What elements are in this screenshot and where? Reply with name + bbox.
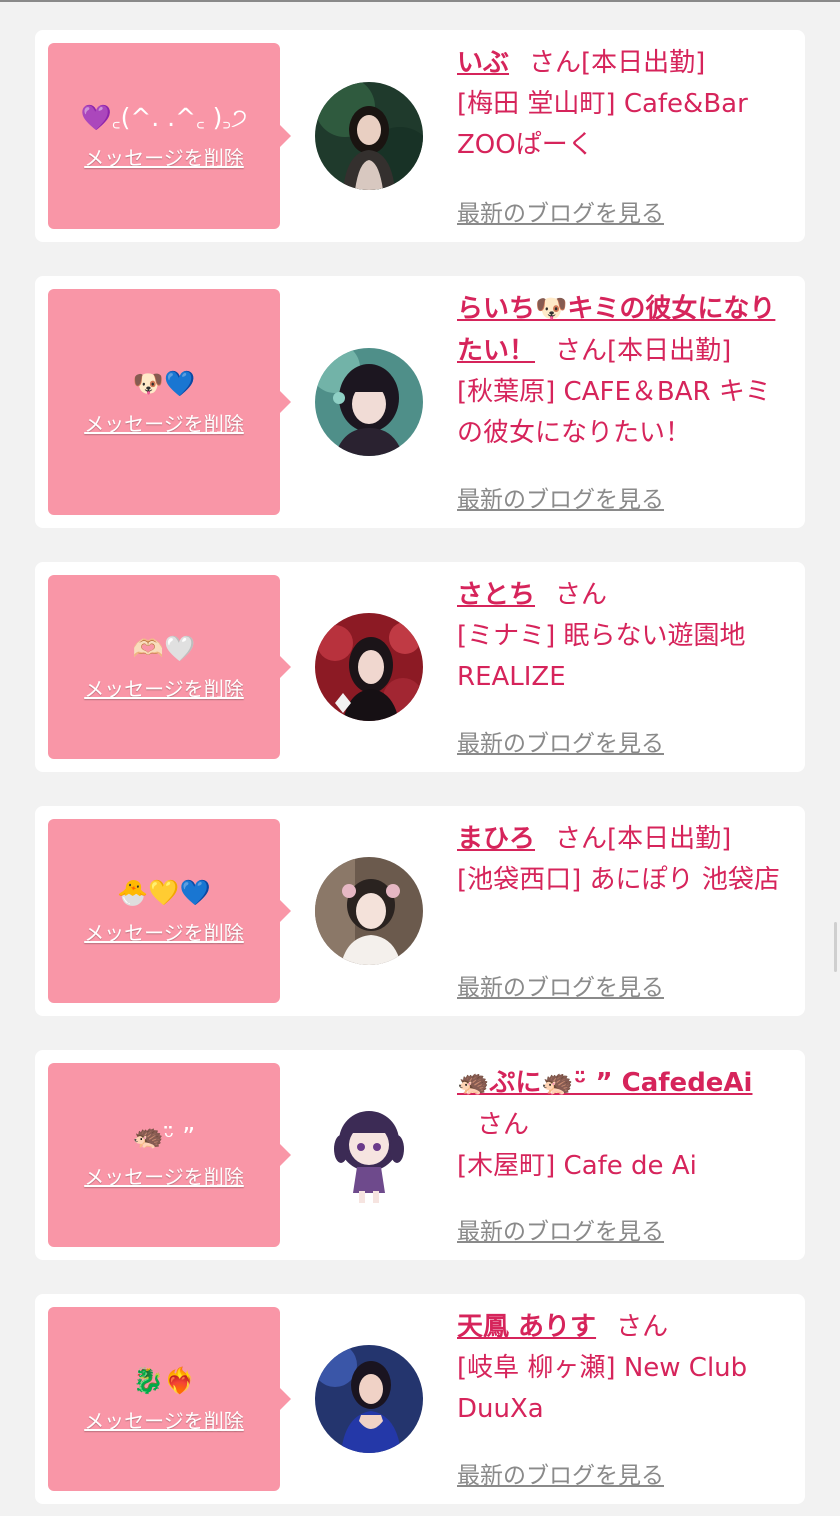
message-text: 🐉❤️‍🔥	[132, 1365, 196, 1395]
san-label: さん	[529, 48, 582, 78]
message-bubble: 🐉❤️‍🔥 メッセージを削除	[48, 1307, 291, 1491]
message-text: 🐶💙	[132, 368, 196, 398]
cast-name-link[interactable]: いぶ	[457, 48, 509, 78]
scrollbar[interactable]	[834, 922, 837, 972]
cast-name-link[interactable]: さとち	[457, 580, 535, 610]
shop-name: [池袋西口] あにぽり 池袋店	[457, 865, 780, 895]
cast-name-link[interactable]: 🦔ぷに🦔ᵕ̈ ” CafedeAi	[457, 1068, 752, 1098]
shop-name: [岐阜 柳ヶ瀬] New Club DuuXa	[457, 1353, 748, 1424]
cast-info: 天鳳 ありす さん [岐阜 柳ヶ瀬] New Club DuuXa	[457, 1306, 789, 1430]
latest-blog-link[interactable]: 最新のブログを見る	[457, 194, 664, 228]
message-text: 🫶🏻🤍	[132, 633, 196, 663]
san-label: さん	[477, 1110, 530, 1140]
message-card: 🦔ᵕ̈ ” メッセージを削除 🦔ぷに🦔ᵕ̈ ” CafedeAi さん [木屋町]…	[35, 1050, 805, 1260]
delete-message-link[interactable]: メッセージを削除	[84, 142, 244, 171]
san-label: さん	[616, 1312, 669, 1342]
message-card: 🫶🏻🤍 メッセージを削除 さとち さん [ミナミ] 眠らない遊園地REALIZE …	[35, 562, 805, 772]
cast-info: いぶ さん[本日出勤] [梅田 堂山町] Cafe&Bar ZOOぱーく	[457, 42, 789, 166]
shop-name: [梅田 堂山町] Cafe&Bar ZOOぱーく	[457, 89, 748, 160]
latest-blog-link[interactable]: 最新のブログを見る	[457, 480, 664, 514]
message-text: 🦔ᵕ̈ ”	[132, 1121, 196, 1151]
avatar[interactable]	[315, 857, 423, 965]
delete-message-link[interactable]: メッセージを削除	[84, 408, 244, 437]
message-text: 💜꜀(^. .^꜀ )꜆੭	[80, 102, 248, 132]
shop-name: [ミナミ] 眠らない遊園地REALIZE	[457, 621, 746, 692]
latest-blog-link[interactable]: 最新のブログを見る	[457, 1212, 664, 1246]
latest-blog-link[interactable]: 最新のブログを見る	[457, 968, 664, 1002]
avatar[interactable]	[315, 1101, 423, 1209]
shop-name: [木屋町] Cafe de Ai	[457, 1151, 697, 1181]
avatar[interactable]	[315, 613, 423, 721]
cast-name-link[interactable]: まひろ	[457, 824, 535, 854]
cast-info: まひろ さん[本日出勤] [池袋西口] あにぽり 池袋店	[457, 818, 789, 901]
message-bubble: 💜꜀(^. .^꜀ )꜆੭ メッセージを削除	[48, 43, 291, 229]
san-label: さん	[555, 336, 608, 366]
cast-info: らいち🐶キミの彼女になりたい！ さん[本日出勤] [秋葉原] CAFE＆BAR キ…	[457, 288, 789, 454]
latest-blog-link[interactable]: 最新のブログを見る	[457, 724, 664, 758]
message-card: 🐶💙 メッセージを削除 らいち🐶キミの彼女になりたい！ さん[本日出勤] [秋葉原…	[35, 276, 805, 528]
work-status: [本日出勤]	[607, 336, 732, 366]
message-bubble: 🫶🏻🤍 メッセージを削除	[48, 575, 291, 759]
shop-name: [秋葉原] CAFE＆BAR キミの彼女になりたい！	[457, 377, 771, 448]
cast-info: さとち さん [ミナミ] 眠らない遊園地REALIZE	[457, 574, 789, 698]
work-status: [本日出勤]	[581, 48, 706, 78]
avatar[interactable]	[315, 1345, 423, 1453]
message-card: 🐣💛💙 メッセージを削除 まひろ さん[本日出勤] [池袋西口] あにぽり 池袋店…	[35, 806, 805, 1016]
message-card: 🐉❤️‍🔥 メッセージを削除 天鳳 ありす さん [岐阜 柳ヶ瀬] New Clu…	[35, 1294, 805, 1504]
delete-message-link[interactable]: メッセージを削除	[84, 917, 244, 946]
message-bubble: 🐶💙 メッセージを削除	[48, 289, 291, 515]
message-bubble: 🐣💛💙 メッセージを削除	[48, 819, 291, 1003]
delete-message-link[interactable]: メッセージを削除	[84, 673, 244, 702]
san-label: さん	[555, 580, 608, 610]
avatar[interactable]	[315, 82, 423, 190]
message-card: 💜꜀(^. .^꜀ )꜆੭ メッセージを削除 いぶ さん[本日出勤] [梅田 堂山…	[35, 30, 805, 242]
work-status: [本日出勤]	[607, 824, 732, 854]
latest-blog-link[interactable]: 最新のブログを見る	[457, 1456, 664, 1490]
cast-info: 🦔ぷに🦔ᵕ̈ ” CafedeAi さん [木屋町] Cafe de Ai	[457, 1062, 789, 1187]
delete-message-link[interactable]: メッセージを削除	[84, 1161, 244, 1190]
delete-message-link[interactable]: メッセージを削除	[84, 1405, 244, 1434]
message-text: 🐣💛💙	[117, 877, 211, 907]
avatar[interactable]	[315, 348, 423, 456]
cast-name-link[interactable]: 天鳳 ありす	[457, 1312, 596, 1342]
san-label: さん	[555, 824, 608, 854]
message-bubble: 🦔ᵕ̈ ” メッセージを削除	[48, 1063, 291, 1247]
